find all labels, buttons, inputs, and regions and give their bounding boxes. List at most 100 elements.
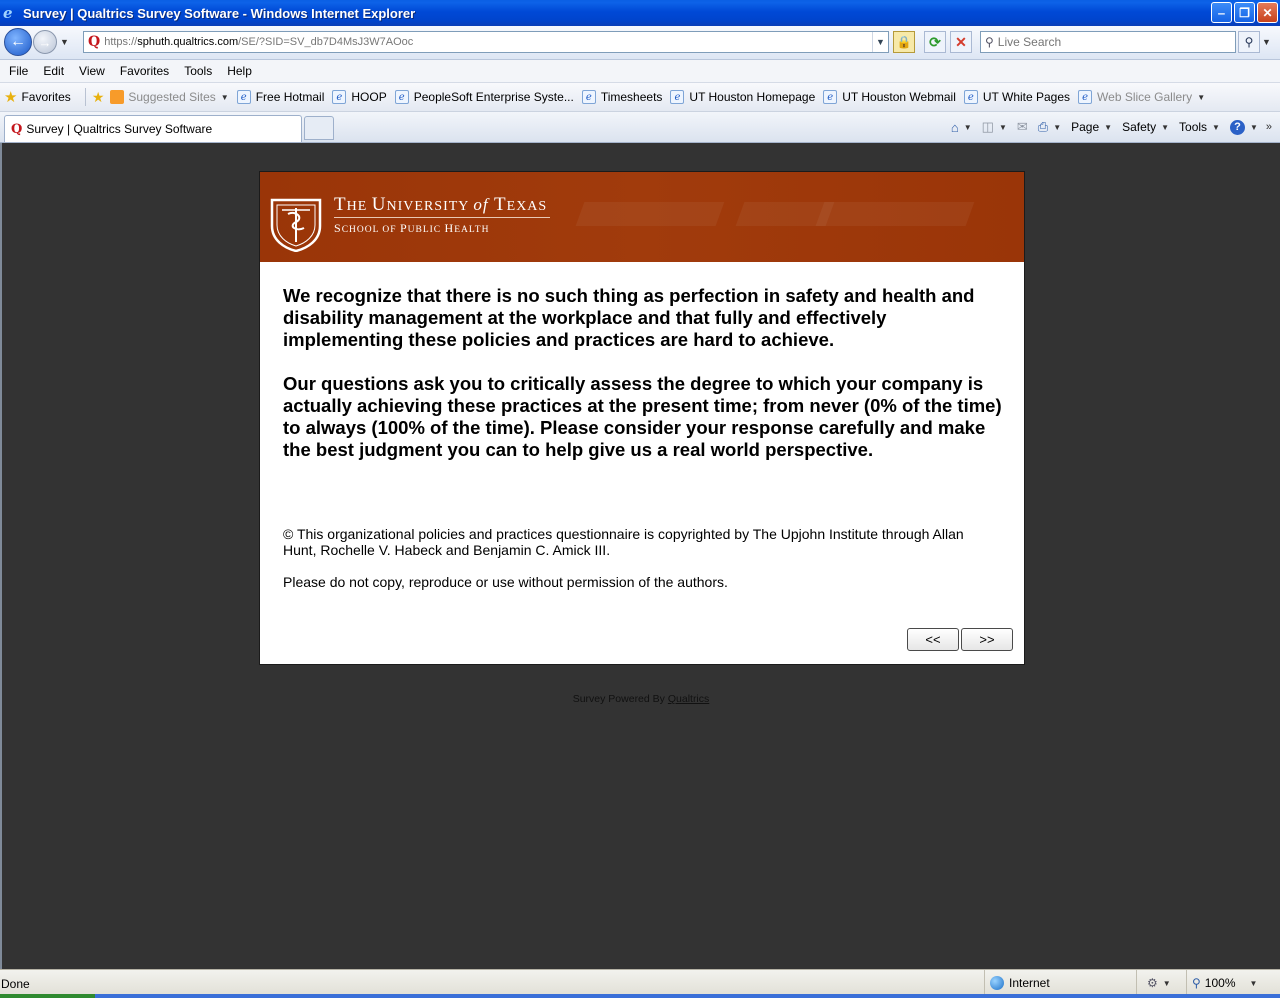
search-field[interactable]: ⚲ [980, 31, 1236, 53]
security-zone[interactable]: Internet [984, 970, 1134, 996]
globe-icon [990, 976, 1004, 990]
favorite-link-ut-houston-webmail[interactable]: e UT Houston Webmail [823, 90, 956, 104]
favorite-link-label: Free Hotmail [255, 90, 325, 104]
page-menu[interactable]: Page ▼ [1071, 120, 1112, 134]
feeds-button[interactable]: ◫ ▼ [982, 119, 1007, 135]
favorite-link-ut-white-pages[interactable]: e UT White Pages [963, 90, 1070, 104]
chevron-down-icon: ▼ [1197, 92, 1206, 102]
ut-letters: NIVERSITY [386, 199, 474, 214]
chevron-down-icon: ▼ [1053, 122, 1062, 132]
school-name: SCHOOL OF PUBLIC HEALTH [334, 221, 489, 236]
search-input[interactable] [997, 35, 1218, 49]
search-go-icon[interactable]: ⚲ [1238, 31, 1260, 53]
survey-intro-text: We recognize that there is no such thing… [283, 285, 1008, 483]
menu-tools[interactable]: Tools [179, 64, 217, 78]
more-commands-chevron-icon[interactable]: » [1266, 121, 1272, 133]
ut-of: of [473, 195, 489, 214]
previous-button[interactable]: << [907, 628, 959, 651]
favorite-link-hoop[interactable]: e HOOP [332, 90, 387, 104]
favorites-button[interactable]: Favorites [21, 90, 70, 104]
restore-button[interactable]: ❐ [1234, 2, 1255, 23]
new-tab-button[interactable] [304, 116, 334, 140]
favorite-link-free-hotmail[interactable]: e Free Hotmail [236, 90, 325, 104]
window-title: Survey | Qualtrics Survey Software - Win… [23, 5, 416, 21]
ut-letter: P [399, 221, 408, 235]
home-icon: ⌂ [950, 119, 959, 135]
suggested-sites-label: Suggested Sites [128, 90, 216, 104]
web-slice-gallery-link[interactable]: e Web Slice Gallery ▼ [1078, 90, 1205, 104]
url-path: /SE/?SID=SV_db7D4MsJ3W7AOoc [238, 36, 414, 48]
page-content: THE UNIVERSITY of TEXAS SCHOOL OF PUBLIC… [0, 143, 1280, 969]
menu-help[interactable]: Help [222, 64, 257, 78]
menu-file[interactable]: File [4, 64, 33, 78]
search-icon: ⚲ [985, 35, 994, 49]
rss-feed-icon: ◫ [981, 119, 994, 134]
navigation-bar: ← → ▼ Q https://sphuth.qualtrics.com/SE/… [0, 26, 1280, 60]
intro-paragraph-1: We recognize that there is no such thing… [283, 285, 975, 350]
protected-mode-icon: ⚙ [1147, 976, 1158, 990]
qualtrics-favicon-icon: Q [11, 121, 23, 137]
safety-menu[interactable]: Safety ▼ [1122, 120, 1169, 134]
read-mail-button[interactable]: ✉ [1017, 119, 1028, 135]
window-title-bar[interactable]: e Survey | Qualtrics Survey Software - W… [0, 0, 1280, 26]
favorite-link-label: UT Houston Webmail [842, 90, 956, 104]
chevron-down-icon: ▼ [220, 92, 229, 102]
back-button[interactable]: ← [4, 28, 32, 56]
minimize-button[interactable]: ‒ [1211, 2, 1232, 23]
print-button[interactable]: ⎙ ▼ [1038, 119, 1061, 135]
ut-letters: UBLIC [407, 225, 445, 235]
stop-icon[interactable]: ✕ [950, 31, 972, 53]
status-text: Done [1, 977, 30, 991]
favorite-link-ut-houston-homepage[interactable]: e UT Houston Homepage [670, 90, 815, 104]
suggested-sites-link[interactable]: Suggested Sites ▼ [110, 90, 229, 104]
favorite-link-peoplesoft[interactable]: e PeopleSoft Enterprise Syste... [394, 90, 574, 104]
ut-letters: EXAS [506, 199, 548, 214]
ie-page-icon: e [236, 90, 251, 104]
ie-page-icon: e [963, 90, 978, 104]
next-button[interactable]: >> [961, 628, 1013, 651]
qualtrics-favicon-icon: Q [88, 34, 101, 50]
ut-sph-header-banner: THE UNIVERSITY of TEXAS SCHOOL OF PUBLIC… [260, 172, 1024, 262]
close-button[interactable]: ✕ [1257, 2, 1278, 23]
favorite-link-label: Timesheets [600, 90, 663, 104]
add-to-favorites-icon[interactable]: ★ [92, 89, 105, 106]
zone-label: Internet [1009, 976, 1050, 990]
ut-letters: EALTH [454, 225, 490, 235]
banner-decoration [815, 202, 975, 226]
favorite-link-timesheets[interactable]: e Timesheets [581, 90, 663, 104]
tools-menu[interactable]: Tools ▼ [1179, 120, 1220, 134]
suggested-sites-icon [110, 90, 125, 104]
menu-favorites[interactable]: Favorites [115, 64, 174, 78]
command-bar: ⌂ ▼ ◫ ▼ ✉ ⎙ ▼ Page ▼ Safety ▼ Tools ▼ ? … [941, 116, 1272, 138]
printer-icon: ⎙ [1037, 119, 1049, 134]
permission-notice: Please do not copy, reproduce or use wit… [283, 574, 728, 590]
zoom-control[interactable]: ⚲ 100% ▼ [1186, 970, 1280, 996]
url-text[interactable]: https://sphuth.qualtrics.com/SE/?SID=SV_… [104, 36, 413, 48]
menu-edit[interactable]: Edit [38, 64, 69, 78]
search-options-dropdown-icon[interactable]: ▼ [1262, 37, 1271, 47]
forward-button[interactable]: → [33, 30, 57, 54]
favorites-star-icon: ★ [4, 89, 18, 106]
home-button[interactable]: ⌂ ▼ [951, 120, 972, 135]
address-dropdown-icon[interactable]: ▼ [872, 32, 888, 52]
help-icon: ? [1229, 119, 1245, 135]
ie-page-icon: e [394, 90, 409, 104]
ut-letters: HE [346, 199, 372, 214]
help-menu[interactable]: ? ▼ [1229, 119, 1258, 135]
protected-mode-indicator[interactable]: ⚙ ▼ [1136, 970, 1186, 996]
page-menu-label: Page [1071, 120, 1100, 134]
menu-bar: File Edit View Favorites Tools Help [0, 60, 1280, 83]
safety-menu-label: Safety [1122, 120, 1157, 134]
taskbar-edge [0, 994, 1280, 998]
favorite-link-label: HOOP [351, 90, 387, 104]
address-field[interactable]: Q https://sphuth.qualtrics.com/SE/?SID=S… [83, 31, 889, 53]
recent-pages-dropdown-icon[interactable]: ▼ [60, 37, 69, 47]
lock-icon[interactable]: 🔒 [893, 31, 915, 53]
favorite-link-label: PeopleSoft Enterprise Syste... [413, 90, 574, 104]
chevron-down-icon: ▼ [1161, 122, 1170, 132]
menu-view[interactable]: View [74, 64, 110, 78]
qualtrics-link[interactable]: Qualtrics [668, 693, 709, 705]
tab-bar: Q Survey | Qualtrics Survey Software ⌂ ▼… [0, 112, 1280, 143]
tab-survey[interactable]: Q Survey | Qualtrics Survey Software [4, 115, 302, 142]
refresh-icon[interactable]: ⟳ [924, 31, 946, 53]
